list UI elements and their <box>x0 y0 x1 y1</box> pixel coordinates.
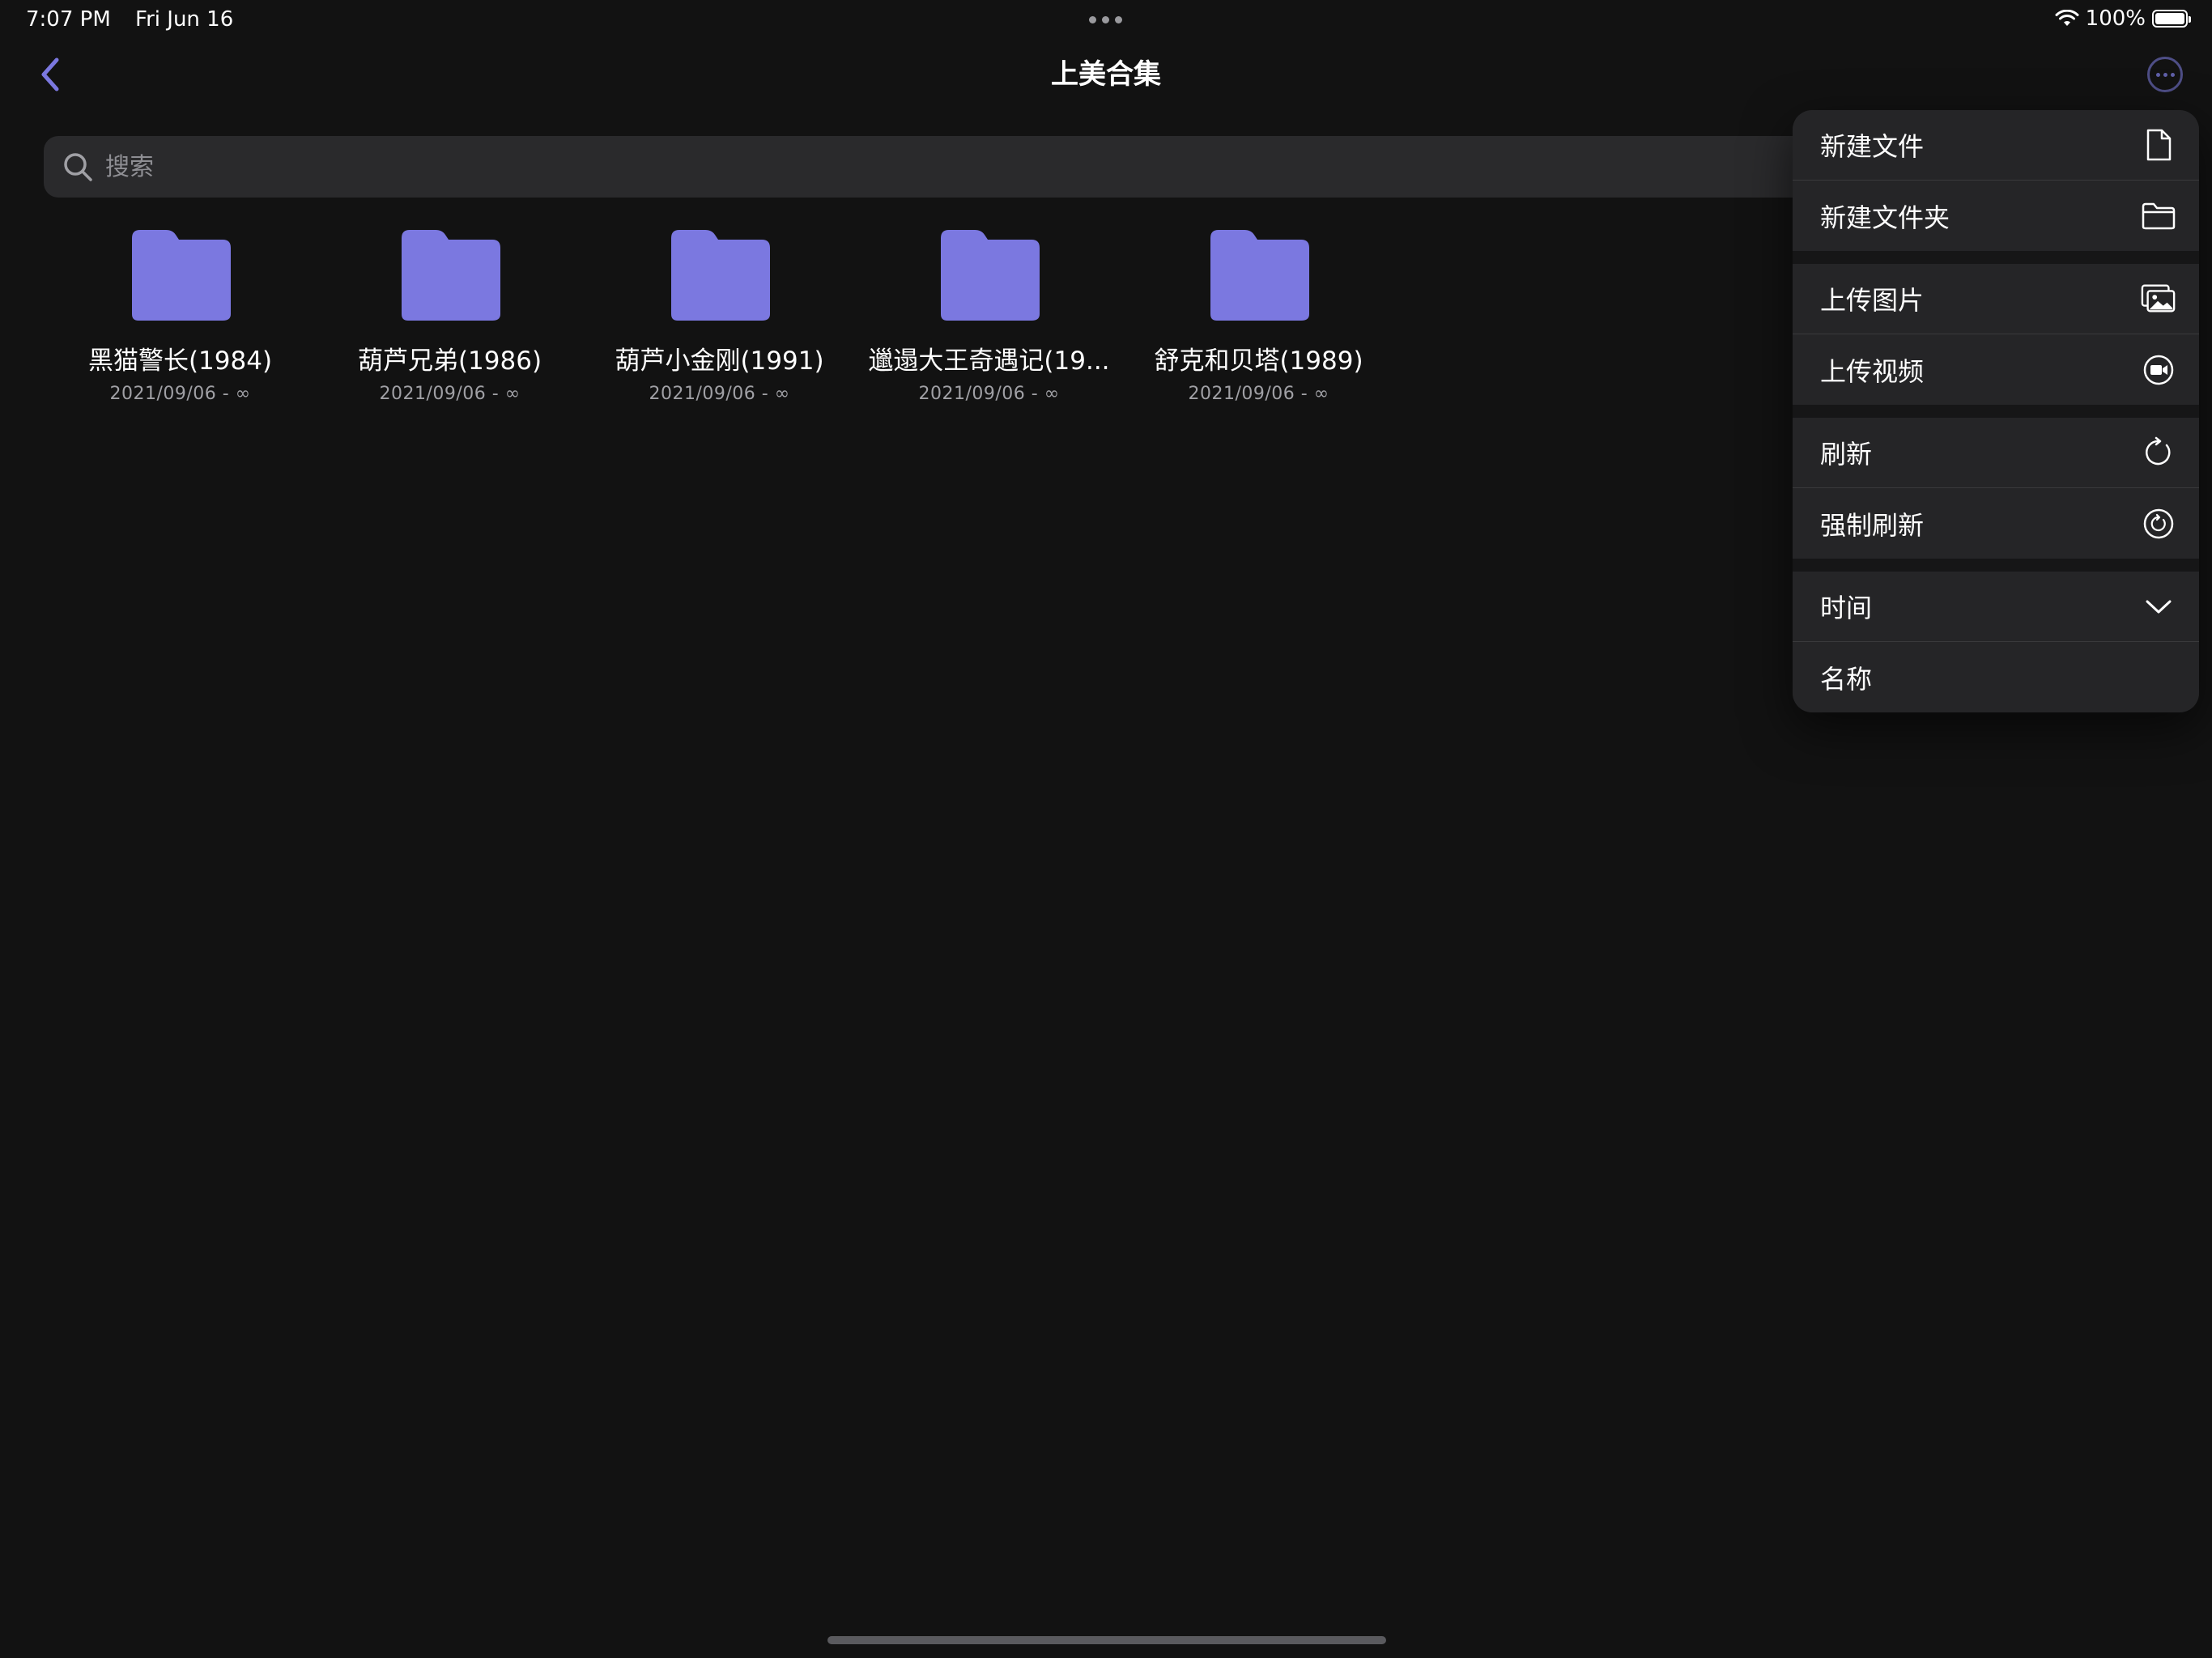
folder-icon <box>940 230 1040 321</box>
menu-group-refresh: 刷新 强制刷新 <box>1793 418 2199 559</box>
search-input[interactable] <box>104 151 2050 182</box>
folder-icon <box>670 230 770 321</box>
menu-item-label: 名称 <box>1820 663 1873 695</box>
menu-item-new-folder[interactable]: 新建文件夹 <box>1793 181 2199 251</box>
refresh-icon <box>2141 435 2176 470</box>
video-circle-icon <box>2141 352 2176 388</box>
menu-item-label: 时间 <box>1820 593 1873 623</box>
document-icon <box>2141 127 2176 163</box>
menu-group-sort: 时间 名称 <box>1793 572 2199 712</box>
menu-group-upload: 上传图片 上传视频 <box>1793 264 2199 405</box>
battery-percentage: 100% <box>2085 6 2146 31</box>
menu-item-refresh[interactable]: 刷新 <box>1793 418 2199 488</box>
ellipsis-dot <box>2163 72 2167 77</box>
folder-date: 2021/09/06 - ∞ <box>649 384 790 404</box>
search-icon <box>64 153 92 181</box>
battery-icon <box>2152 10 2191 28</box>
menu-item-label: 强制刷新 <box>1820 509 1925 541</box>
folder-item[interactable]: 葫芦兄弟(1986) 2021/09/06 - ∞ <box>315 227 585 404</box>
menu-item-force-refresh[interactable]: 强制刷新 <box>1793 488 2199 559</box>
folder-date: 2021/09/06 - ∞ <box>918 384 1060 404</box>
menu-item-sort-time[interactable]: 时间 <box>1793 572 2199 642</box>
menu-item-label: 新建文件夹 <box>1820 202 1950 233</box>
folder-name: 黑猫警长(1984) <box>87 346 273 376</box>
folder-name: 邋遢大王奇遇记(19... <box>868 346 1110 376</box>
menu-item-label: 刷新 <box>1820 439 1873 470</box>
photos-icon <box>2141 281 2176 317</box>
folder-icon <box>401 230 500 321</box>
home-indicator[interactable] <box>827 1636 1386 1644</box>
folder-icon <box>1210 230 1309 321</box>
force-refresh-icon <box>2141 506 2176 542</box>
folder-item[interactable]: 黑猫警长(1984) 2021/09/06 - ∞ <box>45 227 315 404</box>
folder-date: 2021/09/06 - ∞ <box>1188 384 1329 404</box>
chevron-down-icon <box>2141 589 2176 624</box>
menu-item-upload-video[interactable]: 上传视频 <box>1793 334 2199 405</box>
menu-item-sort-name[interactable]: 名称 <box>1793 642 2199 712</box>
wifi-icon <box>2055 10 2079 26</box>
menu-item-new-file[interactable]: 新建文件 <box>1793 110 2199 181</box>
page-title: 上美合集 <box>1051 58 1161 91</box>
menu-item-label: 新建文件 <box>1820 131 1925 162</box>
multitasking-dots[interactable] <box>1089 16 1122 23</box>
status-indicators: 100% <box>2055 6 2191 31</box>
folder-date: 2021/09/06 - ∞ <box>379 384 521 404</box>
folder-icon <box>131 230 231 321</box>
folder-date: 2021/09/06 - ∞ <box>109 384 251 404</box>
folder-name: 舒克和贝塔(1989) <box>1154 346 1363 376</box>
menu-item-upload-image[interactable]: 上传图片 <box>1793 264 2199 334</box>
menu-item-label: 上传图片 <box>1820 285 1925 316</box>
folder-item[interactable]: 邋遢大王奇遇记(19... 2021/09/06 - ∞ <box>854 227 1124 404</box>
menu-separator <box>1793 559 2199 572</box>
menu-item-label: 上传视频 <box>1820 355 1925 387</box>
folder-grid: 黑猫警长(1984) 2021/09/06 - ∞ 葫芦兄弟(1986) 202… <box>45 227 1393 404</box>
status-time: 7:07 PM <box>26 7 111 32</box>
menu-separator <box>1793 251 2199 264</box>
folder-icon <box>2141 198 2176 234</box>
ellipsis-dot <box>2155 72 2160 77</box>
more-options-menu: 新建文件 新建文件夹 上传图片 上传视频 刷新 强制刷新 时间 名称 <box>1793 110 2199 712</box>
screen: 7:07 PM Fri Jun 16 100% 上美合集 搜索 黑猫警长(198… <box>0 0 2212 1658</box>
folder-item[interactable]: 葫芦小金刚(1991) 2021/09/06 - ∞ <box>585 227 854 404</box>
menu-separator <box>1793 405 2199 418</box>
status-date: Fri Jun 16 <box>135 7 234 32</box>
folder-name: 葫芦小金刚(1991) <box>615 346 824 376</box>
ellipsis-dot <box>2170 72 2175 77</box>
more-options-button[interactable] <box>2147 57 2183 92</box>
folder-name: 葫芦兄弟(1986) <box>357 346 542 376</box>
status-time-date: 7:07 PM Fri Jun 16 <box>26 8 233 31</box>
folder-item[interactable]: 舒克和贝塔(1989) 2021/09/06 - ∞ <box>1124 227 1393 404</box>
menu-group-create: 新建文件 新建文件夹 <box>1793 110 2199 251</box>
